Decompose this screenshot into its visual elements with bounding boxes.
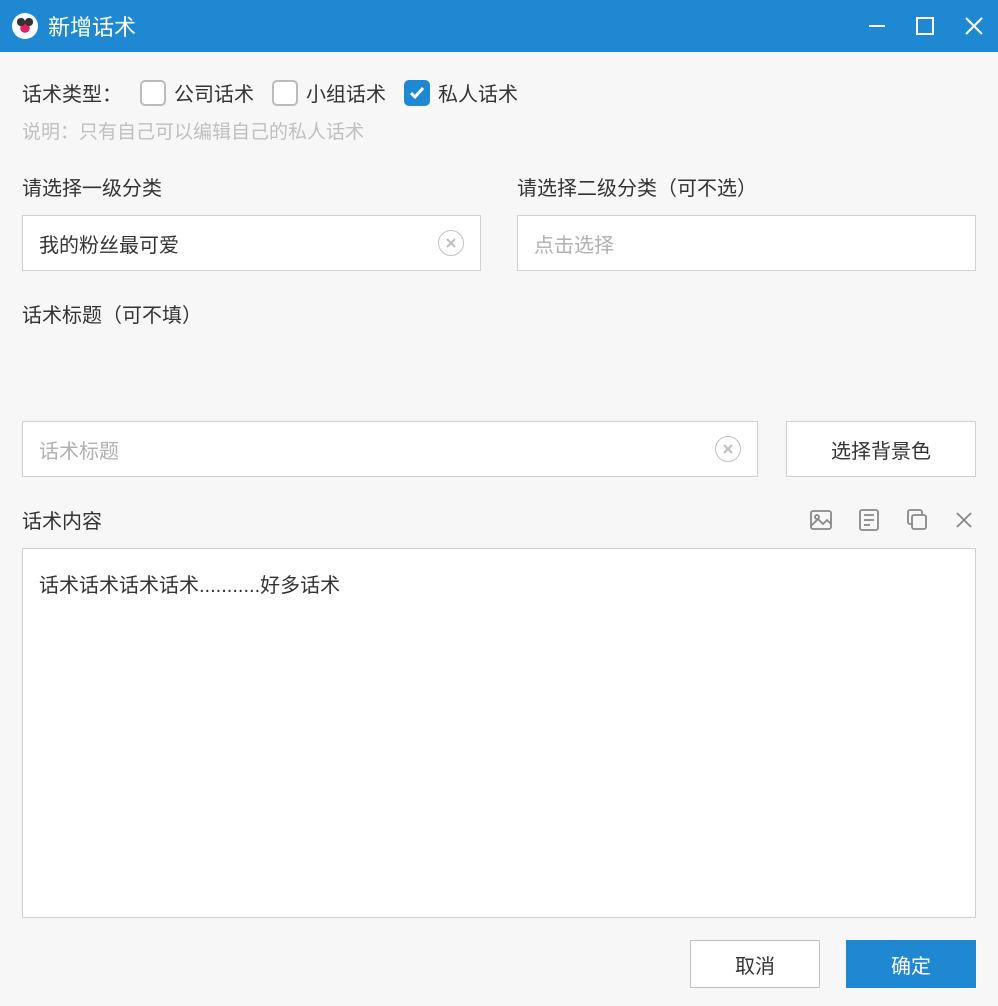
checkbox-group-box[interactable] — [272, 80, 298, 106]
category1-field: 请选择一级分类 我的粉丝最可爱 — [22, 172, 481, 271]
title-field-wrapper: 话术标题（可不填） — [22, 299, 976, 421]
title-label: 话术标题（可不填） — [22, 299, 976, 328]
category1-input[interactable]: 我的粉丝最可爱 — [22, 215, 481, 271]
delete-icon[interactable] — [952, 508, 976, 532]
copy-icon[interactable] — [904, 507, 930, 533]
category1-label: 请选择一级分类 — [22, 172, 481, 201]
content-header: 话术内容 — [22, 505, 976, 534]
dialog-body: 话术类型： 公司话术 小组话术 私人话术 说明：只有自己可以编辑自己的私人话术 … — [0, 52, 998, 1006]
text-icon[interactable] — [856, 507, 882, 533]
script-type-row: 话术类型： 公司话术 小组话术 私人话术 — [22, 78, 976, 107]
checkbox-private-label: 私人话术 — [438, 78, 518, 107]
image-icon[interactable] — [808, 507, 834, 533]
checkbox-private[interactable]: 私人话术 — [404, 78, 518, 107]
checkbox-group[interactable]: 小组话术 — [272, 78, 386, 107]
checkbox-group-label: 小组话术 — [306, 78, 386, 107]
category2-label: 请选择二级分类（可不选） — [517, 172, 976, 201]
category-row: 请选择一级分类 我的粉丝最可爱 请选择二级分类（可不选） 点击选择 — [22, 172, 976, 271]
checkbox-company[interactable]: 公司话术 — [140, 78, 254, 107]
confirm-button[interactable]: 确定 — [846, 940, 976, 988]
bg-color-button[interactable]: 选择背景色 — [786, 421, 976, 477]
window-controls — [866, 14, 986, 38]
checkbox-private-box[interactable] — [404, 80, 430, 106]
titlebar: 新增话术 — [0, 0, 998, 52]
content-textarea[interactable]: 话术话术话术话术...........好多话术 — [22, 548, 976, 918]
type-note: 说明：只有自己可以编辑自己的私人话术 — [22, 117, 976, 144]
category2-placeholder: 点击选择 — [534, 229, 614, 258]
category1-value: 我的粉丝最可爱 — [39, 229, 179, 258]
cancel-button[interactable]: 取消 — [690, 940, 820, 988]
clear-title-icon[interactable] — [715, 436, 741, 462]
maximize-icon[interactable] — [914, 15, 936, 37]
window-title: 新增话术 — [48, 10, 866, 42]
category2-input[interactable]: 点击选择 — [517, 215, 976, 271]
title-input[interactable]: 话术标题 — [22, 421, 758, 477]
content-value: 话术话术话术话术...........好多话术 — [39, 575, 340, 597]
content-tools — [808, 507, 976, 533]
minimize-icon[interactable] — [866, 15, 888, 37]
title-row: 话术标题 选择背景色 — [22, 421, 976, 477]
clear-category1-icon[interactable] — [438, 230, 464, 256]
category2-field: 请选择二级分类（可不选） 点击选择 — [517, 172, 976, 271]
script-type-label: 话术类型： — [22, 78, 122, 107]
title-placeholder: 话术标题 — [39, 435, 119, 464]
app-icon — [12, 13, 38, 39]
close-icon[interactable] — [962, 14, 986, 38]
content-label: 话术内容 — [22, 505, 102, 534]
checkbox-company-box[interactable] — [140, 80, 166, 106]
checkbox-company-label: 公司话术 — [174, 78, 254, 107]
dialog-footer: 取消 确定 — [22, 918, 976, 988]
